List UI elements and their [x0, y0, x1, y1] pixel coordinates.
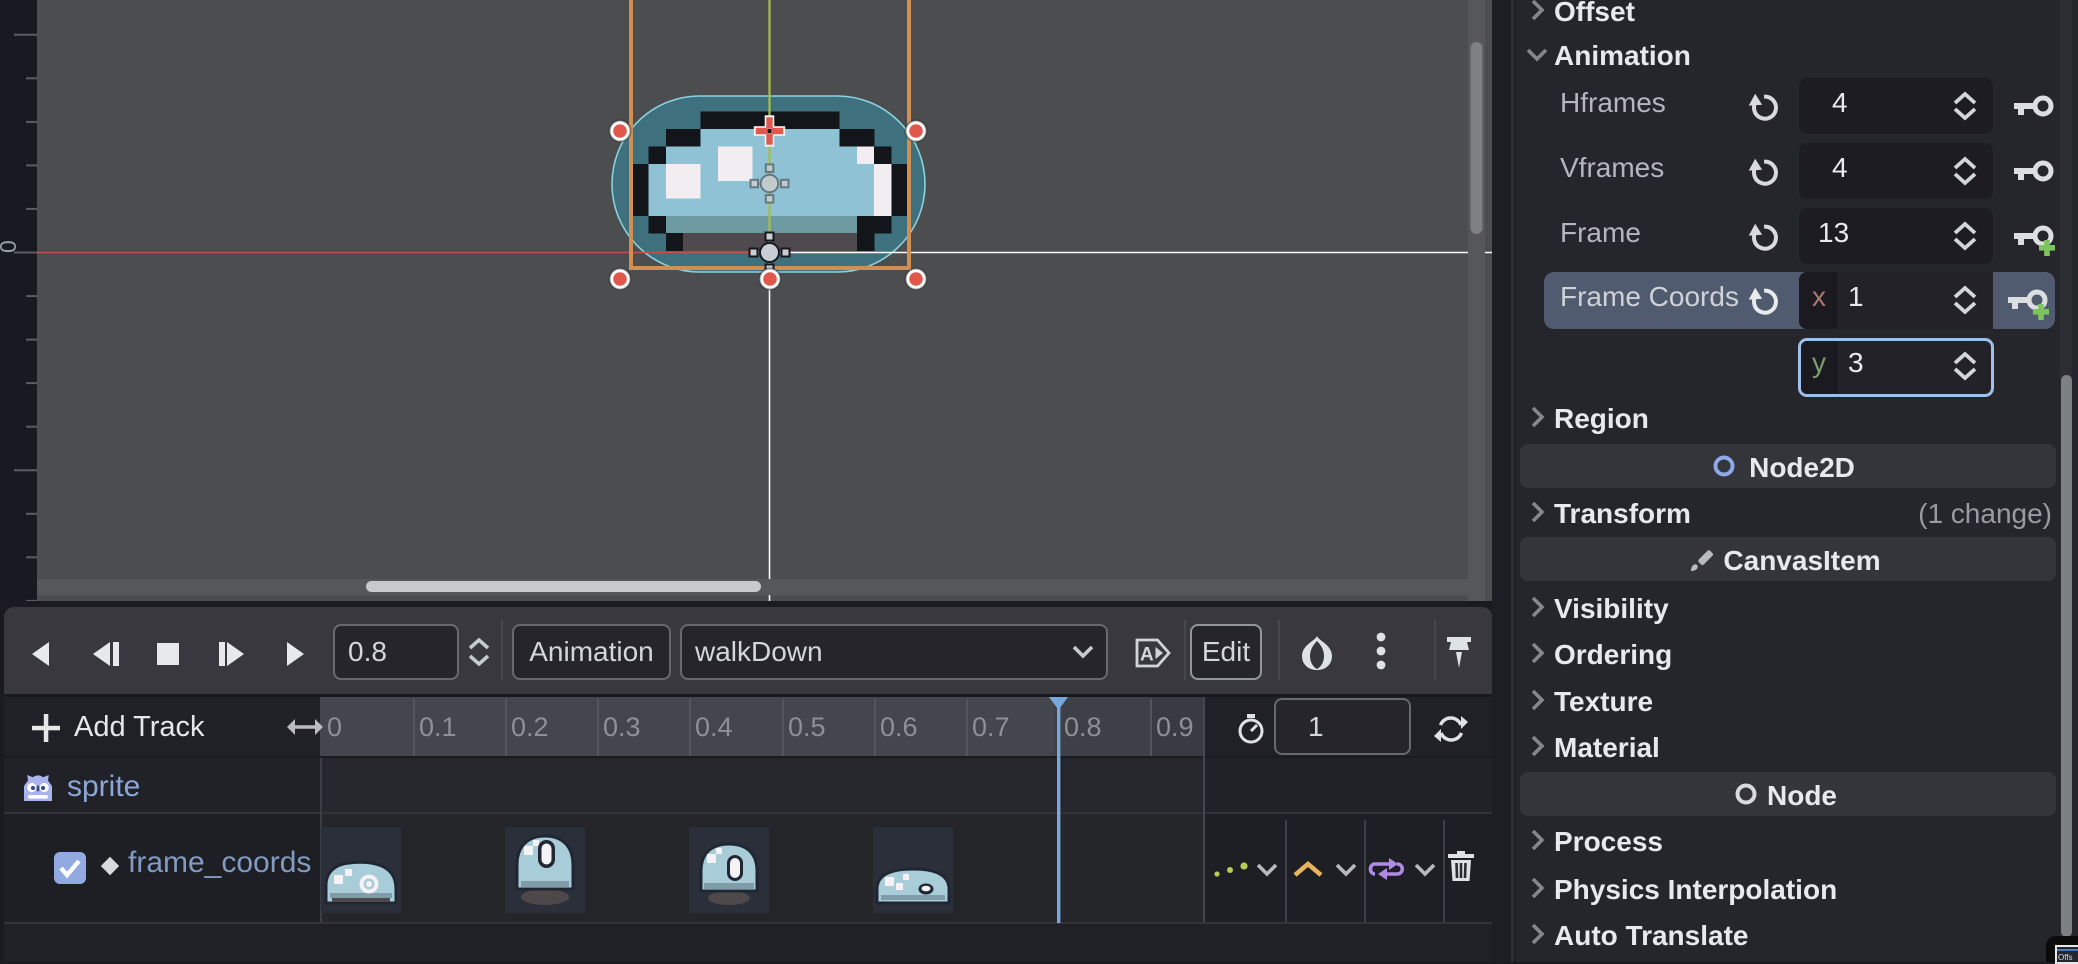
svg-text:0: 0 [0, 240, 21, 253]
svg-text:A: A [1140, 645, 1154, 666]
